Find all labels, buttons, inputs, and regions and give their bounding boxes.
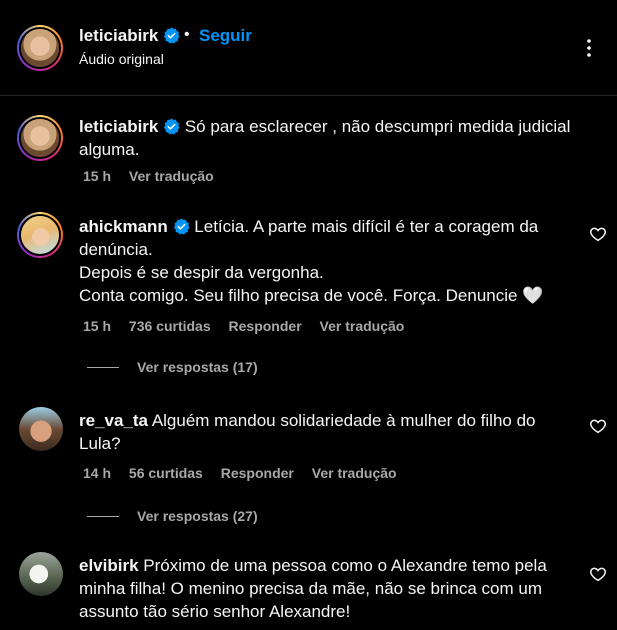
comment-avatar[interactable] (17, 212, 63, 258)
more-options-icon[interactable] (577, 36, 601, 60)
see-translation-link[interactable]: Ver tradução (320, 318, 405, 334)
replies-divider-line (87, 367, 119, 368)
replies-divider-line (87, 516, 119, 517)
like-heart-icon[interactable] (589, 417, 607, 435)
comment-text: Próximo de uma pessoa como o Alexandre t… (79, 556, 547, 621)
verified-badge-icon (163, 118, 180, 135)
see-translation-link[interactable]: Ver tradução (312, 465, 397, 481)
comment-text: Alguém mandou solidariedade à mulher do … (79, 411, 536, 453)
comment-meta: 15 h 736 curtidas Responder Ver tradução (83, 318, 418, 334)
comment-avatar[interactable] (19, 407, 63, 451)
follow-button[interactable]: Seguir (199, 26, 252, 46)
comment-meta: 14 h 56 curtidas Responder Ver tradução (83, 465, 411, 481)
original-audio-label[interactable]: Áudio original (79, 51, 164, 67)
comment-username[interactable]: ahickmann (79, 217, 168, 236)
author-username[interactable]: leticiabirk (79, 26, 180, 46)
likes-count[interactable]: 56 curtidas (129, 465, 203, 481)
likes-count[interactable]: 736 curtidas (129, 318, 211, 334)
comment-meta: 15 h Ver tradução (83, 168, 228, 184)
comment-body: ahickmann Letícia. A parte mais difícil … (79, 215, 579, 307)
comment-avatar[interactable] (19, 552, 63, 596)
header-separator: • (184, 26, 190, 43)
see-translation-link[interactable]: Ver tradução (129, 168, 214, 184)
reply-button[interactable]: Responder (229, 318, 302, 334)
comment-avatar[interactable] (17, 115, 63, 161)
comment-body: leticiabirk Só para esclarecer , não des… (79, 115, 579, 161)
verified-badge-icon (163, 27, 180, 44)
author-avatar[interactable] (17, 25, 63, 71)
reply-button[interactable]: Responder (221, 465, 294, 481)
comment-time: 14 h (83, 465, 112, 481)
comment-body: re_va_ta Alguém mandou solidariedade à m… (79, 409, 579, 455)
comment-time: 15 h (83, 318, 112, 334)
like-heart-icon[interactable] (589, 225, 607, 243)
view-replies-button[interactable]: Ver respostas (17) (87, 359, 258, 379)
comment-time: 15 h (83, 168, 112, 184)
comment-body: elvibirk Próximo de uma pessoa como o Al… (79, 554, 579, 623)
verified-badge-icon (173, 218, 190, 235)
comment-username[interactable]: re_va_ta (79, 411, 148, 430)
comment-username[interactable]: elvibirk (79, 556, 139, 575)
view-replies-button[interactable]: Ver respostas (27) (87, 508, 258, 528)
like-heart-icon[interactable] (589, 565, 607, 583)
post-header: leticiabirk • Seguir Áudio original (0, 0, 617, 96)
comment-username[interactable]: leticiabirk (79, 117, 158, 136)
